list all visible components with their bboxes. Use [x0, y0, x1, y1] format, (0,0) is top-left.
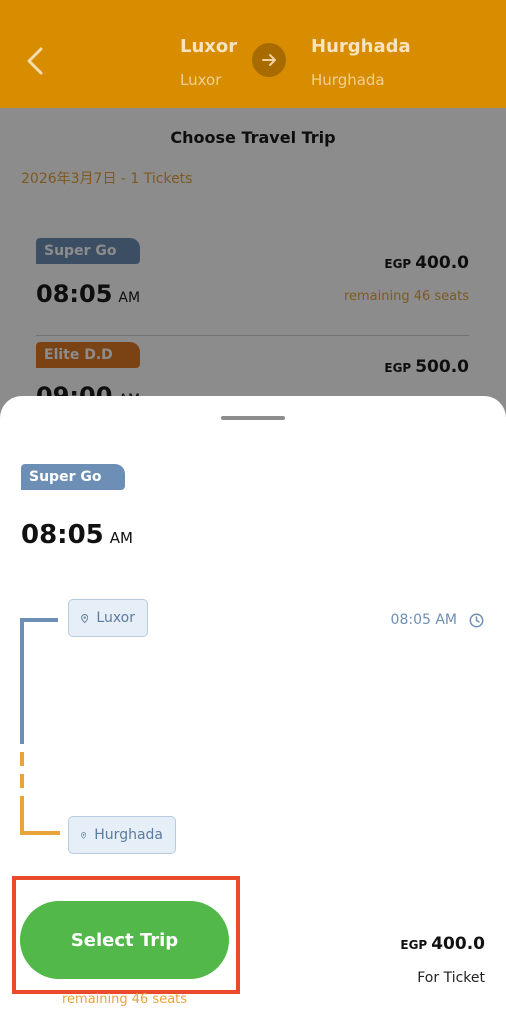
clock-icon [469, 613, 484, 627]
sheet-remaining-seats: remaining 46 seats [61, 992, 188, 1007]
arrow-right-icon [252, 43, 286, 77]
select-trip-button[interactable]: Select Trip [20, 901, 229, 979]
destination-city: Hurghada Hurghada [311, 36, 411, 89]
sheet-ticket-price: EGP 400.0 [400, 934, 485, 954]
sheet-price-value: 400.0 [431, 934, 485, 954]
origin-city: Luxor Luxor [180, 36, 237, 89]
sheet-currency: EGP [400, 938, 428, 952]
origin-stop-time-value: 08:05 AM [390, 612, 457, 628]
sheet-drag-handle[interactable] [221, 416, 285, 420]
chevron-left-icon [27, 47, 43, 75]
destination-stop-name: Hurghada [94, 827, 163, 843]
origin-stop-time: 08:05 AM [391, 612, 484, 628]
top-header: Luxor Luxor Hurghada Hurghada [0, 0, 506, 108]
origin-stop-name: Luxor [96, 610, 135, 626]
destination-city-sub: Hurghada [311, 71, 385, 89]
destination-city-name: Hurghada [311, 36, 411, 57]
destination-stop-chip: Hurghada [68, 816, 176, 854]
sheet-time-ampm: AM [109, 529, 133, 547]
location-pin-icon [81, 831, 87, 839]
origin-city-sub: Luxor [180, 71, 222, 89]
origin-stop-chip: Luxor [68, 599, 148, 637]
origin-city-name: Luxor [180, 36, 238, 57]
back-button[interactable] [20, 44, 50, 78]
sheet-price-note: For Ticket [417, 970, 485, 986]
location-pin-icon [81, 613, 89, 623]
